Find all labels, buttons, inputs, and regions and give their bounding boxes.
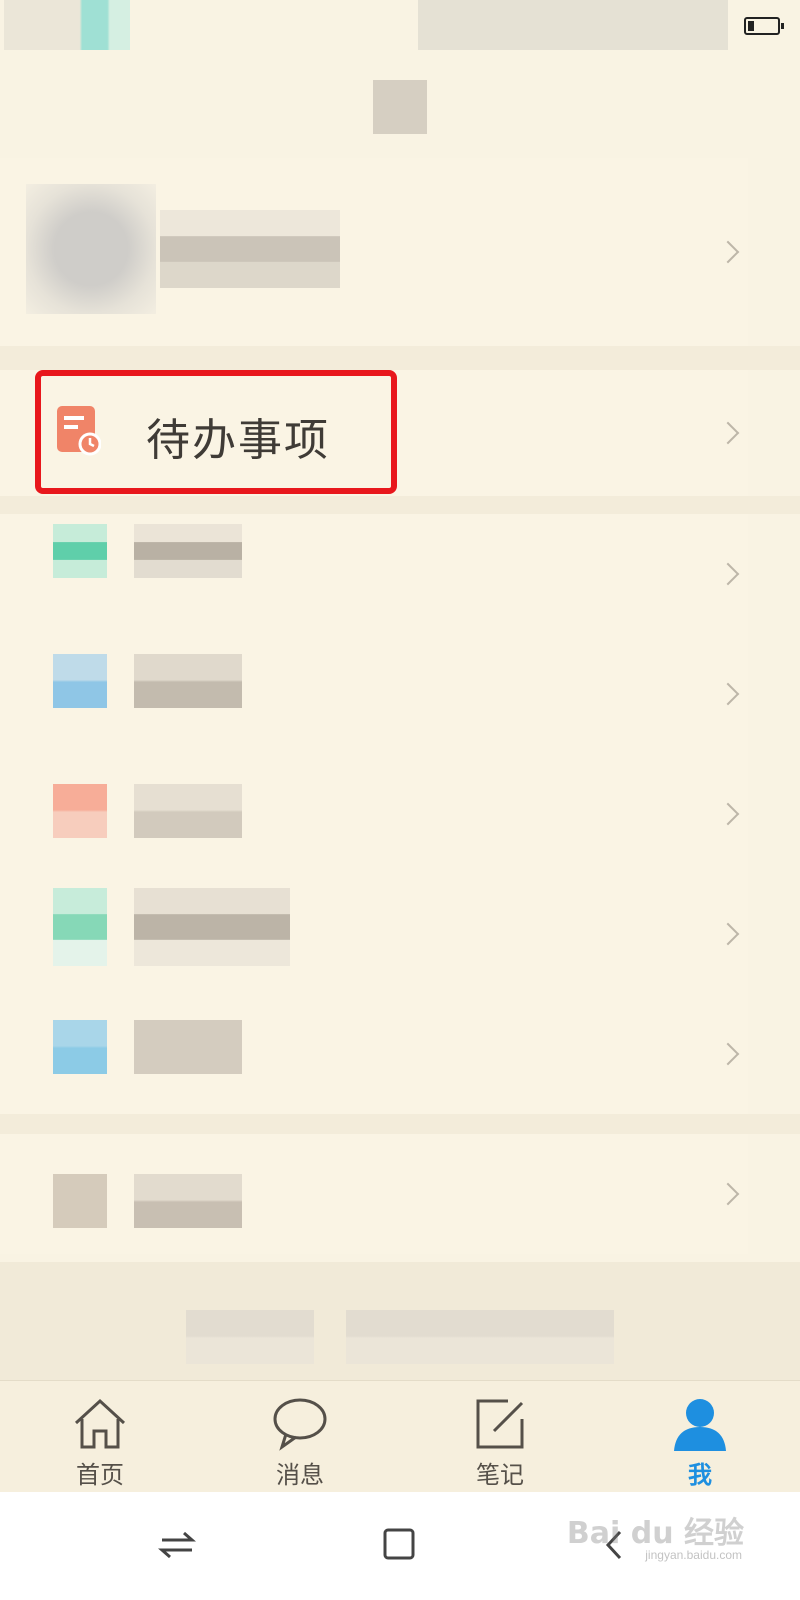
avatar (26, 184, 156, 314)
username-blurred (160, 210, 340, 288)
section-divider (0, 1114, 800, 1134)
tab-label: 笔记 (476, 1461, 524, 1489)
menu-label-blurred (134, 784, 242, 838)
message-icon (273, 1398, 327, 1451)
menu-icon (53, 888, 107, 966)
menu-label-blurred (134, 888, 290, 966)
menu-label-blurred (134, 654, 242, 708)
menu-icon (53, 654, 107, 708)
page-title-blurred (373, 80, 427, 134)
watermark-url: jingyan.baidu.com (645, 1548, 742, 1562)
menu-icon (53, 1020, 107, 1074)
menu-label-blurred (134, 1174, 242, 1228)
menu-label-blurred (134, 1020, 242, 1074)
menu-item-2[interactable] (0, 634, 748, 754)
section-divider (0, 496, 800, 514)
menu-icon (53, 784, 107, 838)
note-icon (476, 1399, 524, 1449)
menu-item-5[interactable] (0, 994, 748, 1114)
status-bar (0, 0, 800, 52)
highlight-box (35, 370, 397, 494)
menu-item-4[interactable] (0, 874, 748, 994)
home-icon (74, 1398, 126, 1449)
tab-label: 首页 (76, 1461, 124, 1489)
chevron-right-icon (716, 240, 740, 264)
tab-label: 我 (688, 1461, 712, 1489)
footer-text-blurred (186, 1310, 314, 1364)
watermark: Bai du 经验 (566, 1516, 744, 1551)
chevron-right-icon (716, 421, 740, 445)
blurred-status-right (418, 0, 728, 50)
chevron-right-icon (716, 562, 740, 586)
profile-card[interactable] (0, 158, 748, 346)
tab-bar: 首页 消息 笔记 我 (0, 1380, 800, 1492)
tab-home[interactable]: 首页 (0, 1381, 200, 1493)
footer-strip (0, 1262, 800, 1380)
tab-notes[interactable]: 笔记 (400, 1381, 600, 1493)
recent-square-icon[interactable] (375, 1520, 425, 1570)
chevron-right-icon (716, 1182, 740, 1206)
menu-item-6[interactable] (0, 1134, 748, 1254)
chevron-right-icon (716, 922, 740, 946)
chevron-right-icon (716, 1042, 740, 1066)
footer-text-blurred (346, 1310, 614, 1364)
tab-me[interactable]: 我 (600, 1381, 800, 1493)
todo-row[interactable]: 待办事项 (0, 370, 748, 496)
section-divider (0, 346, 800, 370)
tab-label: 消息 (276, 1461, 324, 1489)
menu-icon (53, 1174, 107, 1228)
chevron-right-icon (716, 682, 740, 706)
chevron-right-icon (716, 802, 740, 826)
switch-icon[interactable] (152, 1520, 202, 1570)
person-icon (674, 1399, 726, 1451)
menu-label-blurred (134, 524, 242, 578)
menu-item-3[interactable] (0, 754, 748, 874)
blurred-status-left (4, 0, 130, 50)
menu-icon (53, 524, 107, 578)
menu-item-1[interactable] (0, 514, 748, 634)
battery-icon (744, 17, 784, 35)
tab-messages[interactable]: 消息 (200, 1381, 400, 1493)
